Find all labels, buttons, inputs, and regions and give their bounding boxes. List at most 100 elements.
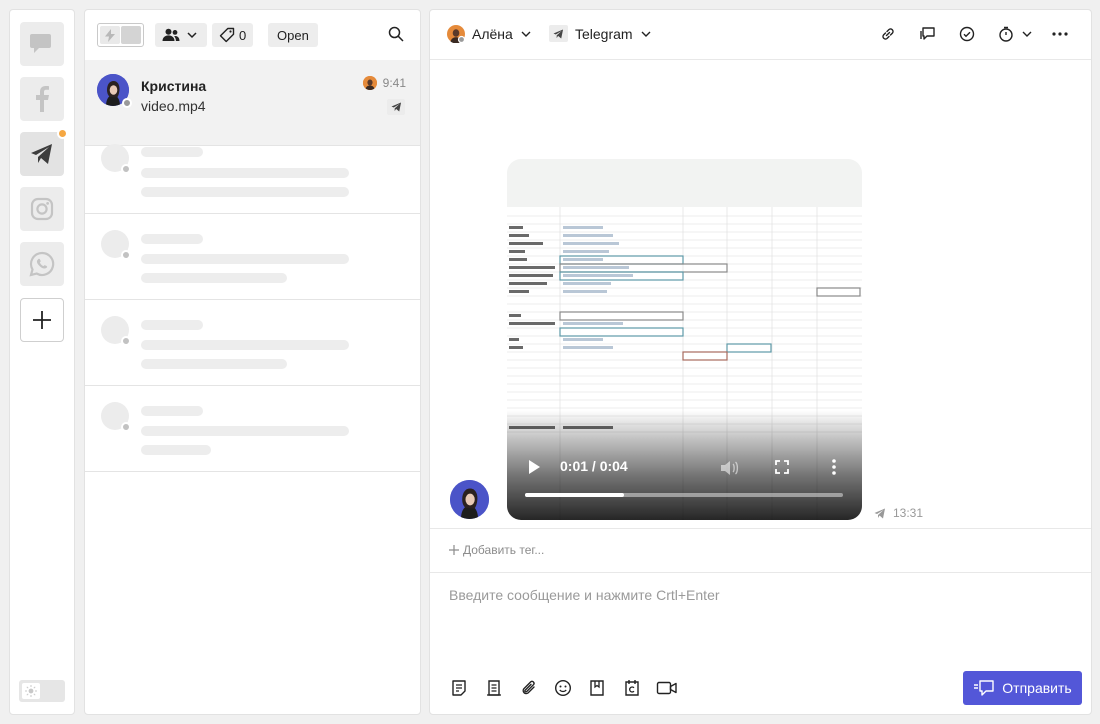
calendar-button[interactable] — [622, 678, 642, 698]
paperclip-icon — [522, 680, 535, 695]
conversation-skeleton — [85, 214, 420, 300]
contact-avatar — [450, 480, 489, 519]
theme-toggle[interactable] — [19, 680, 65, 702]
conversation-skeleton — [85, 300, 420, 386]
snooze-button[interactable] — [997, 25, 1033, 43]
conversation-skeleton — [85, 386, 420, 472]
rail-facebook-button[interactable] — [20, 77, 64, 121]
instagram-icon — [30, 197, 54, 221]
agent-name: Алёна — [472, 26, 513, 42]
send-button[interactable]: Отправить — [963, 671, 1082, 705]
chat-bubbles-icon — [30, 34, 51, 53]
play-button[interactable] — [527, 459, 541, 480]
resolve-button[interactable] — [958, 25, 976, 48]
skeleton-line — [141, 147, 203, 157]
skeleton-line — [141, 445, 211, 455]
tags-filter[interactable]: 0 — [212, 23, 254, 47]
volume-icon — [721, 461, 739, 475]
link-icon — [882, 28, 894, 40]
search-icon — [388, 26, 404, 42]
rail-telegram-button[interactable] — [20, 128, 68, 176]
whatsapp-icon — [29, 251, 55, 277]
more-options-button[interactable] — [1051, 25, 1069, 48]
sun-icon — [25, 685, 37, 697]
assignee-avatar — [362, 76, 377, 90]
conversation-skeleton — [85, 128, 420, 214]
conversation-time: 9:41 — [382, 76, 406, 90]
video-camera-icon — [656, 681, 677, 695]
person-photo-icon — [450, 480, 489, 519]
message-input[interactable] — [449, 587, 1069, 647]
skeleton-line — [141, 234, 203, 244]
last-message-preview: video.mp4 — [141, 98, 206, 114]
person-photo-icon — [362, 76, 377, 90]
video-seek-bar[interactable] — [525, 493, 843, 497]
tag-icon — [219, 27, 235, 43]
channel-selector[interactable]: Telegram — [549, 25, 652, 42]
facebook-icon — [36, 86, 49, 112]
telegram-icon — [391, 102, 401, 112]
chevron-down-icon — [521, 31, 531, 37]
calendar-icon — [625, 680, 639, 696]
template-button[interactable] — [449, 678, 469, 698]
telegram-icon — [553, 28, 564, 39]
fullscreen-button[interactable] — [775, 460, 789, 479]
rail-whatsapp-button[interactable] — [20, 242, 64, 286]
lightning-icon — [105, 28, 115, 42]
emoji-button[interactable] — [553, 678, 573, 698]
video-call-button[interactable] — [656, 678, 678, 698]
rail-instagram-button[interactable] — [20, 187, 64, 231]
skeleton-line — [141, 426, 349, 436]
video-time-display: 0:01 / 0:04 — [560, 458, 628, 474]
online-status-dot — [122, 98, 132, 108]
more-vertical-icon — [832, 459, 836, 475]
toggle-knob — [100, 26, 120, 44]
attach-button[interactable] — [519, 678, 539, 698]
video-progress — [525, 493, 624, 497]
skeleton-line — [141, 187, 349, 197]
channel-name: Telegram — [575, 25, 633, 42]
conversation-meta: 9:41 — [362, 76, 406, 90]
skeleton-status-dot — [121, 336, 131, 346]
status-filter[interactable]: Open — [268, 23, 318, 47]
search-button[interactable] — [388, 26, 404, 47]
chat-header: Алёна Telegram — [430, 10, 1091, 60]
chevron-down-icon — [187, 32, 197, 39]
more-horizontal-icon — [1052, 32, 1068, 36]
unread-badge — [57, 128, 68, 139]
assignee-filter[interactable] — [155, 23, 207, 47]
notes-button[interactable] — [484, 678, 504, 698]
rail-chat-button[interactable] — [20, 22, 64, 66]
tags-count: 0 — [239, 27, 247, 43]
status-filter-label: Open — [277, 27, 309, 43]
video-message[interactable]: 0:01 / 0:04 — [507, 159, 862, 520]
plus-icon — [449, 545, 459, 555]
volume-button[interactable] — [719, 459, 739, 482]
add-channel-button[interactable] — [20, 298, 64, 342]
tag-bar: Добавить тег... — [430, 528, 1091, 573]
transfer-chat-button[interactable] — [919, 25, 937, 48]
play-icon — [529, 460, 540, 474]
message-time: 13:31 — [893, 506, 924, 520]
skeleton-line — [141, 168, 349, 178]
document-list-icon — [487, 680, 501, 696]
skeleton-line — [141, 273, 287, 283]
auto-assign-toggle[interactable] — [97, 23, 144, 47]
skeleton-line — [141, 320, 203, 330]
channel-rail — [9, 9, 75, 715]
timer-icon — [999, 26, 1013, 42]
skeleton-status-dot — [121, 250, 131, 260]
send-message-icon — [974, 680, 994, 696]
add-tag-button[interactable]: Добавить тег... — [449, 543, 544, 557]
agent-selector[interactable]: Алёна — [447, 25, 532, 43]
video-more-button[interactable] — [831, 458, 837, 481]
knowledge-base-button[interactable] — [587, 678, 607, 698]
agent-avatar-icon — [447, 25, 465, 43]
send-button-label: Отправить — [1002, 680, 1072, 696]
toggle-track — [121, 26, 141, 44]
link-button[interactable] — [879, 25, 897, 48]
emoji-icon — [554, 679, 572, 697]
skeleton-line — [141, 254, 349, 264]
skeleton-line — [141, 340, 349, 350]
conversation-list: 0 Open Кристина video.mp4 9:41 — [84, 9, 421, 715]
